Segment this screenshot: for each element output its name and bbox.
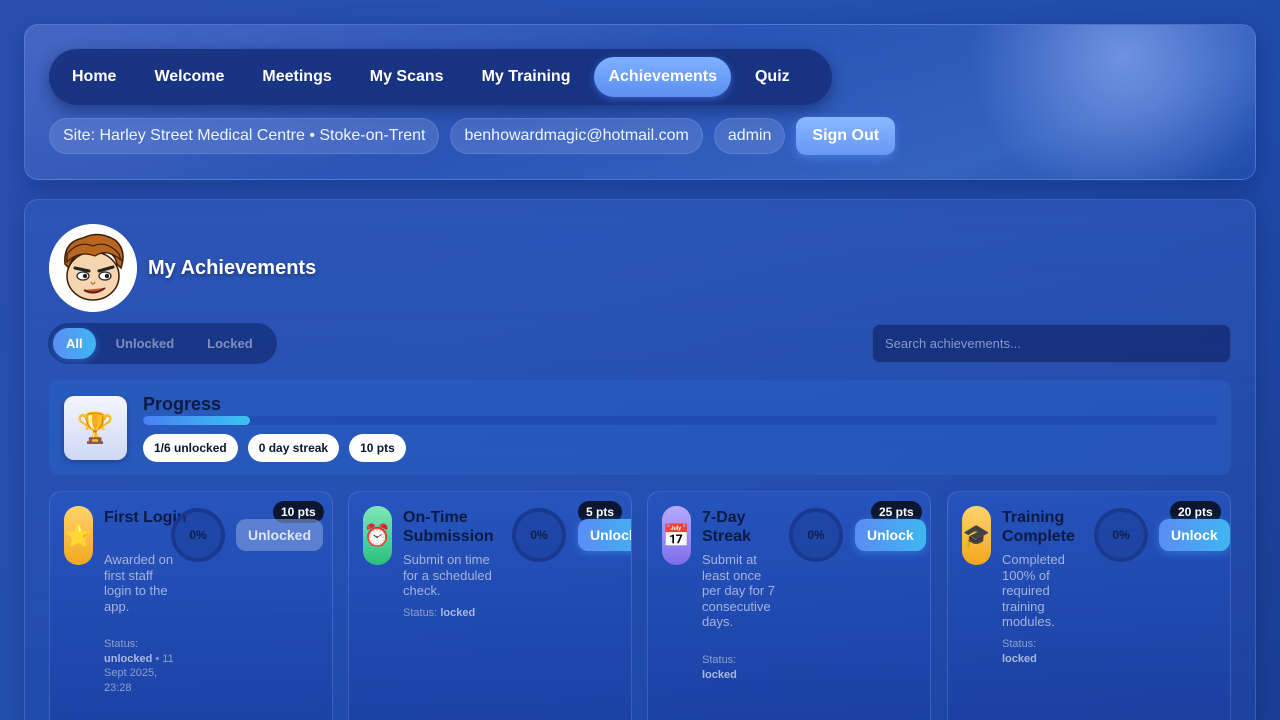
progress-bar xyxy=(143,416,1217,425)
progress-ring: 0% xyxy=(789,508,843,562)
unlocked-count-badge: 1/6 unlocked xyxy=(143,434,238,462)
achievement-description: Submit at least once per day for 7 conse… xyxy=(702,552,775,629)
trophy-icon: 🏆 xyxy=(64,396,127,460)
filter-unlocked[interactable]: Unlocked xyxy=(103,328,188,359)
graduation-cap-icon: 🎓 xyxy=(962,506,991,565)
progress-bar-fill xyxy=(143,416,251,425)
achievement-description: Submit on time for a scheduled check. xyxy=(403,552,492,598)
achievement-status: Status: locked xyxy=(1002,637,1080,666)
header-glow xyxy=(925,25,1255,181)
achievement-description: Completed 100% of required training modu… xyxy=(1002,552,1065,629)
progress-ring: 0% xyxy=(512,508,566,562)
unlock-button[interactable]: Unlock xyxy=(855,519,926,551)
nav-welcome[interactable]: Welcome xyxy=(140,57,238,97)
streak-badge: 0 day streak xyxy=(247,434,340,462)
unlock-button[interactable]: Unlock xyxy=(578,519,631,551)
achievement-status: Status: unlocked • 11 Sept 2025, 23:28 xyxy=(104,637,182,695)
progress-ring: 0% xyxy=(171,508,225,562)
header-panel: Home Welcome Meetings My Scans My Traini… xyxy=(24,24,1256,181)
calendar-icon: 📅 xyxy=(662,506,691,565)
nav-quiz[interactable]: Quiz xyxy=(741,57,804,97)
achievement-card-training-complete: 🎓 Training Complete Completed 100% of re… xyxy=(947,491,1231,720)
achievement-status: Status: locked xyxy=(702,653,780,682)
achievement-card-first-login: ⭐ First Login Awarded on first staff log… xyxy=(49,491,333,720)
filter-all[interactable]: All xyxy=(53,328,96,359)
status-label: Status: xyxy=(403,607,438,619)
filter-tabs: All Unlocked Locked xyxy=(48,323,277,364)
search-input[interactable] xyxy=(872,324,1231,363)
nav-my-scans[interactable]: My Scans xyxy=(356,57,458,97)
nav-my-training[interactable]: My Training xyxy=(468,57,585,97)
status-label: Status: xyxy=(702,654,737,666)
site-chip: Site: Harley Street Medical Centre • Sto… xyxy=(49,118,440,154)
star-icon: ⭐ xyxy=(64,506,93,565)
sign-out-button[interactable]: Sign Out xyxy=(796,117,896,155)
progress-stats: 1/6 unlocked 0 day streak 10 pts xyxy=(143,434,416,462)
avatar xyxy=(49,224,137,312)
unlock-button[interactable]: Unlock xyxy=(1159,519,1230,551)
achievement-card-7-day-streak: 📅 7-Day Streak Submit at least once per … xyxy=(647,491,931,720)
nav-achievements[interactable]: Achievements xyxy=(594,57,731,97)
nav-meetings[interactable]: Meetings xyxy=(248,57,345,97)
status-value: locked xyxy=(702,668,737,681)
status-value: unlocked xyxy=(104,652,153,665)
nav-home[interactable]: Home xyxy=(58,57,130,97)
cartoon-avatar-icon xyxy=(49,224,137,312)
progress-title: Progress xyxy=(143,394,222,414)
alarm-clock-icon: ⏰ xyxy=(363,506,392,565)
achievement-status: Status: locked xyxy=(403,606,503,621)
filter-locked[interactable]: Locked xyxy=(194,328,266,359)
page-title: My Achievements xyxy=(148,257,317,279)
status-value: locked xyxy=(1002,652,1037,665)
status-value: locked xyxy=(440,607,476,619)
points-badge: 10 pts xyxy=(349,434,406,462)
main-nav: Home Welcome Meetings My Scans My Traini… xyxy=(49,49,832,105)
achievement-title: 7-Day Streak xyxy=(702,509,751,545)
achievement-title: Training Complete xyxy=(1002,509,1075,545)
unlocked-button[interactable]: Unlocked xyxy=(236,519,324,551)
status-label: Status: xyxy=(1002,638,1037,650)
achievement-description: Awarded on first staff login to the app. xyxy=(104,552,174,614)
email-chip: benhowardmagic@hotmail.com xyxy=(450,118,703,154)
achievement-title: On-Time Submission xyxy=(403,509,494,545)
role-chip: admin xyxy=(713,118,786,154)
status-label: Status: xyxy=(104,638,139,650)
progress-ring: 0% xyxy=(1094,508,1148,562)
achievement-card-on-time: ⏰ On-Time Submission Submit on time for … xyxy=(348,491,632,720)
user-info-row: Site: Harley Street Medical Centre • Sto… xyxy=(49,117,896,155)
